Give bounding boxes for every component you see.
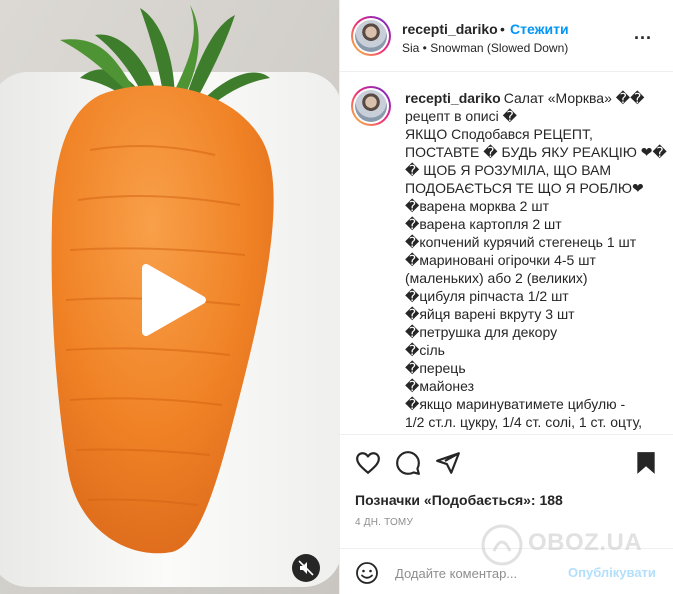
emoji-icon[interactable] [355,561,379,585]
action-bar [340,448,673,478]
caption-line: �петрушка для декору [405,324,558,340]
music-label[interactable]: Sia • Snowman (Slowed Down) [402,41,568,55]
heart-icon[interactable] [355,450,381,476]
post-details-panel: recepti_dariko • Стежити Sia • Snowman (… [339,0,673,594]
likes-count[interactable]: Позначки «Подобається»: 188 [355,492,563,508]
caption-line: ПОДОБАЄТЬСЯ ТЕ ЩО Я РОБЛЮ❤ [405,180,644,196]
caption-line-text: Салат «Морква» �� [503,90,645,106]
caption-line: �сіль [405,342,445,358]
bookmark-icon[interactable] [633,450,659,476]
caption-line: �яйця варені вкруту 3 шт [405,306,575,322]
caption-text: recepti_dariko Салат «Морква» �� рецепт в … [405,89,667,431]
caption-line: рецепт в описі � [405,108,517,124]
comment-bar: Опублікувати [340,548,673,594]
caption-line: ПОСТАВТЕ � БУДЬ ЯКУ РЕАКЦІЮ ❤� [405,144,667,160]
comment-icon[interactable] [395,450,421,476]
post-timestamp[interactable]: 4 ДН. ТОМУ [355,517,413,528]
caption-line: �варена морква 2 шт [405,198,549,214]
avatar[interactable] [351,16,391,56]
play-button[interactable] [132,262,208,338]
caption-line: �якщо маринуватимете цибулю - [405,396,626,412]
caption-line: �цибуля ріпчаста 1/2 шт [405,288,569,304]
mute-button[interactable] [292,554,320,582]
caption-line: �варена картопля 2 шт [405,216,562,232]
caption-line: ЯКЩО Сподобався РЕЦЕПТ, [405,126,593,142]
caption-avatar[interactable] [351,86,391,126]
caption-line: (маленьких) або 2 (великих) [405,270,588,286]
post-media[interactable] [0,0,339,594]
caption-line: �копчений курячий стегенець 1 шт [405,234,637,250]
caption-username[interactable]: recepti_dariko [405,90,501,106]
play-icon [142,264,206,336]
separator-dot: • [500,21,505,37]
paper-plane-icon[interactable] [435,450,461,476]
header-username[interactable]: recepti_dariko [402,21,498,37]
more-options-icon[interactable]: ... [634,24,652,42]
caption-line: �майонез [405,378,475,394]
caption-line: �перець [405,360,466,376]
follow-button[interactable]: Стежити [510,21,569,37]
caption-scroll-area[interactable]: recepti_dariko Салат «Морква» �� рецепт в … [340,73,673,435]
caption-line: � ЩОБ Я РОЗУМІЛА, ЩО ВАМ [405,162,612,178]
speaker-muted-icon [298,560,314,576]
caption-line: �мариновані огірочки 4-5 шт [405,252,596,268]
post-header: recepti_dariko • Стежити Sia • Snowman (… [340,0,673,72]
post-comment-button[interactable]: Опублікувати [568,565,656,580]
caption-line: 1/2 ст.л. цукру, 1/4 ст. солі, 1 ст. оцт… [405,414,643,430]
caption-line: recepti_dariko Салат «Морква» �� [405,89,667,107]
comment-input[interactable] [395,563,563,583]
